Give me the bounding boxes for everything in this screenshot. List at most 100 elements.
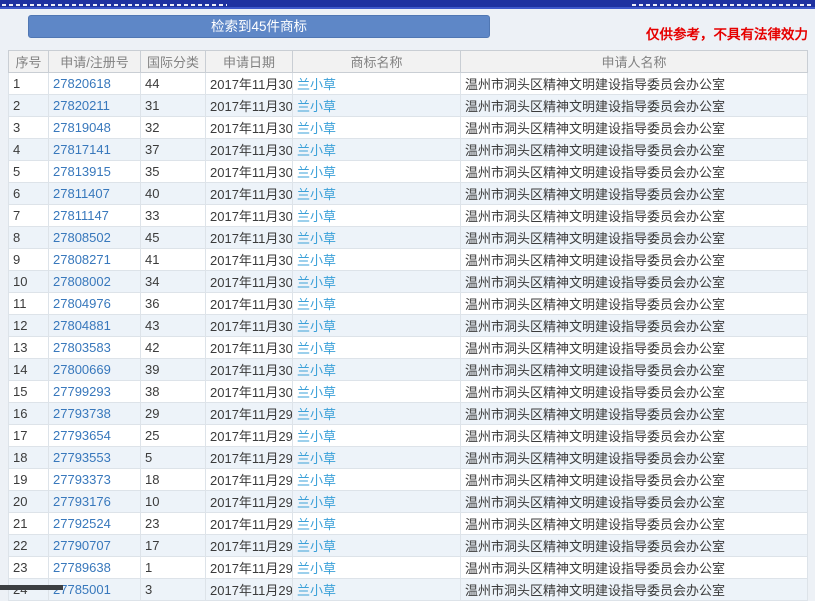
reg-number-cell: 27803583 — [48, 336, 141, 359]
applicant-cell: 温州市洞头区精神文明建设指导委员会办公室 — [460, 490, 808, 513]
serial-cell: 1 — [8, 72, 49, 95]
trademark-name-link[interactable]: 兰小草 — [297, 341, 336, 356]
apply-date-cell: 2017年11月29日 — [205, 512, 293, 535]
apply-date-cell: 2017年11月29日 — [205, 402, 293, 425]
intl-class-cell: 34 — [140, 270, 206, 293]
trademark-name-link[interactable]: 兰小草 — [297, 495, 336, 510]
apply-date-cell: 2017年11月30日 — [205, 270, 293, 293]
applicant-cell: 温州市洞头区精神文明建设指导委员会办公室 — [460, 446, 808, 469]
reg-number-link[interactable]: 27808002 — [53, 274, 111, 289]
reg-number-link[interactable]: 27800669 — [53, 362, 111, 377]
reg-number-link[interactable]: 27793738 — [53, 406, 111, 421]
trademark-name-link[interactable]: 兰小草 — [297, 319, 336, 334]
table-row: 13 27803583 422017年11月30日兰小草 温州市洞头区精神文明建设指导… — [8, 336, 808, 359]
trademark-name-link[interactable]: 兰小草 — [297, 253, 336, 268]
bottom-left-bar — [0, 585, 63, 590]
trademark-name-cell: 兰小草 — [292, 336, 461, 359]
applicant-cell: 温州市洞头区精神文明建设指导委员会办公室 — [460, 468, 808, 491]
reg-number-link[interactable]: 27811147 — [53, 208, 109, 223]
trademark-name-link[interactable]: 兰小草 — [297, 99, 336, 114]
trademark-name-link[interactable]: 兰小草 — [297, 517, 336, 532]
trademark-name-cell: 兰小草 — [292, 556, 461, 579]
reg-number-link[interactable]: 27808502 — [53, 230, 111, 245]
reg-number-cell: 27820211 — [48, 94, 141, 117]
trademark-name-link[interactable]: 兰小草 — [297, 363, 336, 378]
reg-number-link[interactable]: 27793654 — [53, 428, 111, 443]
trademark-name-link[interactable]: 兰小草 — [297, 451, 336, 466]
reg-number-cell: 27819048 — [48, 116, 141, 139]
applicant-cell: 温州市洞头区精神文明建设指导委员会办公室 — [460, 248, 808, 271]
reg-number-link[interactable]: 27820211 — [53, 98, 110, 113]
apply-date-cell: 2017年11月29日 — [205, 446, 293, 469]
reg-number-link[interactable]: 27820618 — [53, 76, 111, 91]
apply-date-cell: 2017年11月30日 — [205, 204, 293, 227]
trademark-name-link[interactable]: 兰小草 — [297, 385, 336, 400]
applicant-cell: 温州市洞头区精神文明建设指导委员会办公室 — [460, 94, 808, 117]
reg-number-cell: 27800669 — [48, 358, 141, 381]
reg-number-link[interactable]: 27789638 — [53, 560, 111, 575]
applicant-cell: 温州市洞头区精神文明建设指导委员会办公室 — [460, 160, 808, 183]
intl-class-cell: 45 — [140, 226, 206, 249]
trademark-name-link[interactable]: 兰小草 — [297, 165, 336, 180]
trademark-name-cell: 兰小草 — [292, 94, 461, 117]
apply-date-cell: 2017年11月30日 — [205, 182, 293, 205]
serial-cell: 2 — [8, 94, 49, 117]
trademark-name-link[interactable]: 兰小草 — [297, 583, 336, 598]
trademark-name-link[interactable]: 兰小草 — [297, 231, 336, 246]
disclaimer-text: 仅供参考，不具有法律效力 — [646, 27, 808, 42]
reg-number-link[interactable]: 27793373 — [53, 472, 111, 487]
trademark-name-cell: 兰小草 — [292, 248, 461, 271]
trademark-name-link[interactable]: 兰小草 — [297, 121, 336, 136]
reg-number-cell: 27808271 — [48, 248, 141, 271]
serial-cell: 19 — [8, 468, 49, 491]
reg-number-link[interactable]: 27804881 — [53, 318, 111, 333]
reg-number-link[interactable]: 27811407 — [53, 186, 110, 201]
reg-number-cell: 27804881 — [48, 314, 141, 337]
results-count-button[interactable]: 检索到45件商标 — [28, 15, 490, 38]
serial-cell: 6 — [8, 182, 49, 205]
reg-number-link[interactable]: 27817141 — [53, 142, 111, 157]
intl-class-cell: 10 — [140, 490, 206, 513]
intl-class-cell: 40 — [140, 182, 206, 205]
trademark-name-link[interactable]: 兰小草 — [297, 297, 336, 312]
trademark-name-cell: 兰小草 — [292, 204, 461, 227]
reg-number-link[interactable]: 27813915 — [53, 164, 111, 179]
intl-class-cell: 25 — [140, 424, 206, 447]
reg-number-link[interactable]: 27790707 — [53, 538, 111, 553]
trademark-name-link[interactable]: 兰小草 — [297, 209, 336, 224]
apply-date-cell: 2017年11月29日 — [205, 534, 293, 557]
trademark-name-link[interactable]: 兰小草 — [297, 143, 336, 158]
reg-number-cell: 27811147 — [48, 204, 141, 227]
table-row: 2 27820211 312017年11月30日兰小草 温州市洞头区精神文明建设指导委… — [8, 94, 808, 117]
reg-number-link[interactable]: 27799293 — [53, 384, 111, 399]
trademark-name-link[interactable]: 兰小草 — [297, 429, 336, 444]
table-row: 19 27793373 182017年11月29日兰小草 温州市洞头区精神文明建设指导… — [8, 468, 808, 491]
trademark-name-link[interactable]: 兰小草 — [297, 407, 336, 422]
trademark-name-link[interactable]: 兰小草 — [297, 561, 336, 576]
trademark-name-link[interactable]: 兰小草 — [297, 77, 336, 92]
applicant-cell: 温州市洞头区精神文明建设指导委员会办公室 — [460, 204, 808, 227]
reg-number-link[interactable]: 27793176 — [53, 494, 111, 509]
serial-cell: 14 — [8, 358, 49, 381]
reg-number-link[interactable]: 27803583 — [53, 340, 111, 355]
serial-cell: 9 — [8, 248, 49, 271]
intl-class-cell: 32 — [140, 116, 206, 139]
serial-cell: 23 — [8, 556, 49, 579]
reg-number-link[interactable]: 27808271 — [53, 252, 111, 267]
reg-number-link[interactable]: 27819048 — [53, 120, 111, 135]
reg-number-link[interactable]: 27792524 — [53, 516, 111, 531]
intl-class-cell: 29 — [140, 402, 206, 425]
trademark-name-cell: 兰小草 — [292, 270, 461, 293]
applicant-cell: 温州市洞头区精神文明建设指导委员会办公室 — [460, 292, 808, 315]
trademark-name-link[interactable]: 兰小草 — [297, 275, 336, 290]
trademark-name-link[interactable]: 兰小草 — [297, 473, 336, 488]
reg-number-link[interactable]: 27793553 — [53, 450, 111, 465]
applicant-cell: 温州市洞头区精神文明建设指导委员会办公室 — [460, 358, 808, 381]
trademark-name-link[interactable]: 兰小草 — [297, 539, 336, 554]
reg-number-cell: 27820618 — [48, 72, 141, 95]
reg-number-link[interactable]: 27804976 — [53, 296, 111, 311]
trademark-name-cell: 兰小草 — [292, 490, 461, 513]
serial-cell: 21 — [8, 512, 49, 535]
trademark-name-cell: 兰小草 — [292, 402, 461, 425]
trademark-name-link[interactable]: 兰小草 — [297, 187, 336, 202]
